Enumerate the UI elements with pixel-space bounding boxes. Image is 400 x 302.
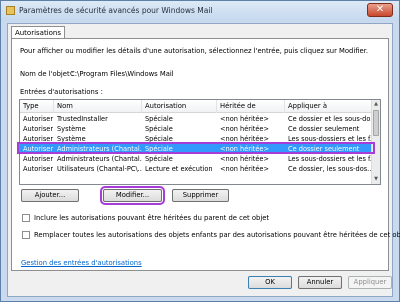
table-row[interactable]: Autoriser TrustedInstaller Spéciale <non… (20, 114, 372, 124)
cell-inherited: <non héritée> (220, 125, 270, 133)
replace-children-checkbox[interactable] (22, 231, 30, 239)
cell-permission: Spéciale (145, 125, 173, 133)
apply-button[interactable]: Appliquer (348, 276, 392, 289)
cell-name: TrustedInstaller (57, 115, 108, 123)
tab-panel: Pour afficher ou modifier les détails d'… (11, 38, 400, 271)
column-header-name[interactable]: Nom (54, 100, 142, 113)
cell-inherited: <non héritée> (220, 115, 270, 123)
cell-apply-to: Ce dossier, les sous-dos... (288, 165, 372, 173)
cell-apply-to: Ce dossier seulement (288, 125, 360, 133)
include-inherited-checkbox[interactable] (22, 214, 30, 222)
cell-apply-to: Les sous-dossiers et les f... (288, 135, 372, 143)
cell-inherited: <non héritée> (220, 145, 270, 153)
description-text: Pour afficher ou modifier les détails d'… (20, 47, 369, 55)
cell-name: Administrateurs (Chantal... (57, 145, 142, 153)
column-header-apply-to[interactable]: Appliquer à (285, 100, 372, 113)
column-header-inherited[interactable]: Héritée de (217, 100, 285, 113)
include-inherited-label: Inclure les autorisations pouvant être h… (34, 214, 270, 222)
vertical-scrollbar[interactable]: ▲ ▼ (371, 100, 380, 184)
cell-permission: Spéciale (145, 145, 173, 153)
entries-label: Entrées d'autorisations : (20, 88, 103, 96)
folder-icon (6, 6, 15, 15)
cell-name: Administrateurs (Chantal... (57, 155, 142, 163)
scroll-thumb[interactable] (373, 110, 379, 136)
cell-type: Autoriser (23, 165, 54, 173)
table-row[interactable]: Autoriser Système Spéciale <non héritée>… (20, 124, 372, 134)
cell-type: Autoriser (23, 135, 54, 143)
table-row-selected[interactable]: Autoriser Administrateurs (Chantal... Sp… (20, 144, 372, 154)
close-button[interactable]: ✕ (367, 3, 393, 17)
cell-name: Système (57, 135, 86, 143)
scroll-down-icon[interactable]: ▼ (372, 175, 380, 184)
cell-name: Utilisateurs (Chantal-PC\... (57, 165, 142, 173)
cell-inherited: <non héritée> (220, 155, 270, 163)
cell-apply-to: Ce dossier et les sous-do... (288, 115, 372, 123)
cell-inherited: <non héritée> (220, 165, 270, 173)
cell-permission: Spéciale (145, 115, 173, 123)
cell-permission: Spéciale (145, 155, 173, 163)
modify-button[interactable]: Modifier... (100, 186, 165, 205)
table-row[interactable]: Autoriser Utilisateurs (Chantal-PC\... L… (20, 164, 372, 174)
manage-entries-link[interactable]: Gestion des entrées d'autorisations (21, 259, 142, 267)
cancel-button[interactable]: Annuler (298, 276, 342, 289)
list-header: Type Nom Autorisation Héritée de Appliqu… (20, 100, 372, 113)
dialog-client: Autorisations Pour afficher ou modifier … (7, 23, 400, 297)
table-row[interactable]: Autoriser Système Spéciale <non héritée>… (20, 134, 372, 144)
add-button[interactable]: Ajouter... (21, 189, 79, 202)
column-header-type[interactable]: Type (20, 100, 54, 113)
object-name-value: C:\Program Files\Windows Mail (70, 70, 174, 78)
table-row[interactable]: Autoriser Administrateurs (Chantal... Sp… (20, 154, 372, 164)
title-bar[interactable]: Paramètres de sécurité avancés pour Wind… (1, 1, 399, 21)
cell-inherited: <non héritée> (220, 135, 270, 143)
remove-button[interactable]: Supprimer (172, 189, 229, 202)
column-header-permission[interactable]: Autorisation (142, 100, 217, 113)
cell-permission: Lecture et exécution (145, 165, 213, 173)
cell-name: Système (57, 125, 86, 133)
scroll-up-icon[interactable]: ▲ (372, 100, 380, 109)
cell-type: Autoriser (23, 125, 54, 133)
cell-type: Autoriser (23, 145, 54, 153)
cell-type: Autoriser (23, 155, 54, 163)
permission-entries-list[interactable]: Type Nom Autorisation Héritée de Appliqu… (19, 99, 381, 185)
cell-apply-to: Les sous-dossiers et les f... (288, 155, 372, 163)
cell-permission: Spéciale (145, 135, 173, 143)
ok-button[interactable]: OK (248, 276, 292, 289)
window-title: Paramètres de sécurité avancés pour Wind… (19, 6, 213, 15)
replace-children-label: Remplacer toutes les autorisations des o… (34, 231, 400, 239)
dialog-window: Paramètres de sécurité avancés pour Wind… (0, 0, 400, 302)
cell-type: Autoriser (23, 115, 54, 123)
cell-apply-to: Ce dossier seulement (288, 145, 360, 153)
object-name-label: Nom de l'objet : (20, 70, 75, 78)
